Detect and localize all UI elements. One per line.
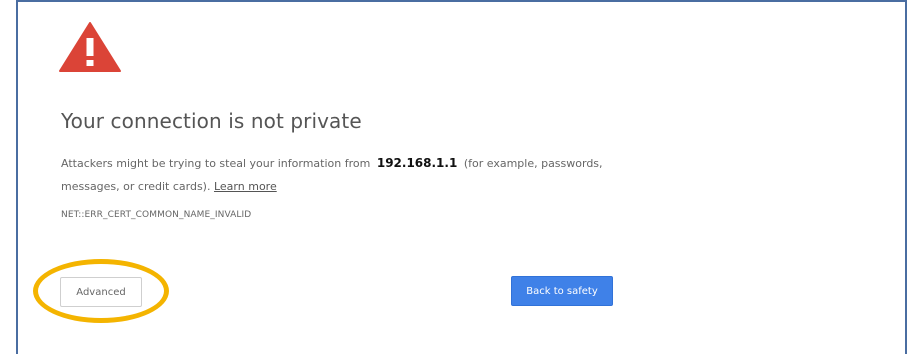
error-description: Attackers might be trying to steal your … bbox=[61, 152, 621, 198]
error-code: NET::ERR_CERT_COMMON_NAME_INVALID bbox=[61, 210, 252, 220]
back-to-safety-button[interactable]: Back to safety bbox=[511, 276, 613, 306]
learn-more-link[interactable]: Learn more bbox=[214, 180, 277, 193]
host-address: 192.168.1.1 bbox=[376, 156, 458, 170]
description-text: Attackers might be trying to steal your … bbox=[61, 157, 371, 170]
warning-triangle-icon bbox=[59, 22, 121, 72]
advanced-button[interactable]: Advanced bbox=[60, 277, 142, 307]
page-title: Your connection is not private bbox=[61, 109, 362, 133]
